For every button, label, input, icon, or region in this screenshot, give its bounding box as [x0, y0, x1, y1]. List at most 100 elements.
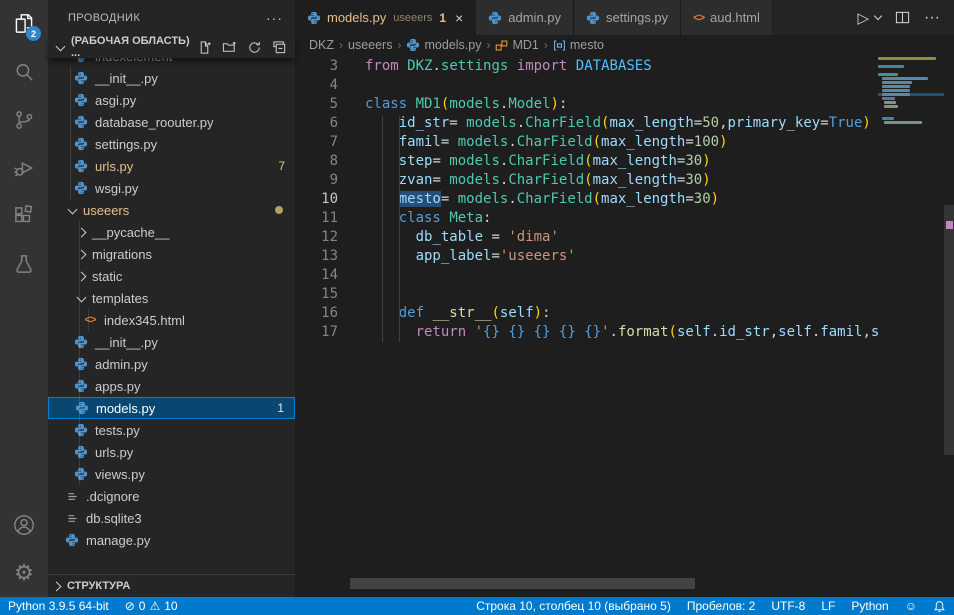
tree-item--dcignore[interactable]: .dcignore [48, 485, 295, 507]
extensions-icon[interactable] [0, 192, 48, 240]
tree-item-wsgi-py[interactable]: wsgi.py [48, 177, 295, 199]
indentation-status[interactable]: Пробелов: 2 [687, 599, 756, 613]
encoding-status[interactable]: UTF-8 [771, 599, 805, 613]
overview-ruler-mark [946, 221, 953, 229]
python-icon [406, 38, 420, 52]
tree-item-apps-py[interactable]: apps.py [48, 375, 295, 397]
tab-admin-py[interactable]: admin.py [476, 0, 574, 35]
more-actions-icon[interactable]: ··· [924, 9, 940, 27]
feedback-smiley-icon[interactable]: ☺ [905, 600, 917, 612]
settings-gear-icon[interactable]: ⚙ [0, 549, 48, 597]
tree-item-manage-py[interactable]: manage.py [48, 529, 295, 551]
workspace-label: (РАБОЧАЯ ОБЛАСТЬ) ... [71, 35, 197, 59]
breadcrumb-item-mesto[interactable]: mesto [553, 38, 604, 52]
python-file-icon [74, 400, 90, 416]
tree-item-views-py[interactable]: views.py [48, 463, 295, 485]
editor-area: models.pyuseeers1×admin.py settings.py <>a… [295, 0, 954, 597]
tree-item-label: models.py [96, 401, 155, 416]
activity-bar: 2 ⚙ [0, 0, 48, 597]
cursor-position-status[interactable]: Строка 10, столбец 10 (выбрано 5) [476, 599, 671, 613]
tree-item-label: urls.py [95, 445, 133, 460]
status-bar: Python 3.9.5 64-bit ⊘ 0 ⚠ 10 Строка 10, … [0, 597, 954, 615]
explorer-icon[interactable]: 2 [0, 0, 48, 48]
refresh-icon[interactable] [247, 40, 262, 55]
collapse-all-icon[interactable] [272, 40, 287, 55]
class-icon [495, 39, 508, 52]
breadcrumb-item-models-py[interactable]: models.py [406, 38, 481, 52]
tree-item-label: __init__.py [95, 335, 158, 350]
horizontal-scrollbar[interactable] [350, 578, 695, 589]
tree-item-admin-py[interactable]: admin.py [48, 353, 295, 375]
warnings-count: 10 [164, 599, 177, 613]
tree-item-db-sqlite3[interactable]: db.sqlite3 [48, 507, 295, 529]
breadcrumb-item-dkz[interactable]: DKZ [309, 38, 334, 52]
field-icon [553, 39, 566, 52]
tree-item-label: templates [92, 291, 148, 306]
python-interpreter-status[interactable]: Python 3.9.5 64-bit [8, 599, 109, 613]
tree-item--init-py[interactable]: __init__.py [48, 331, 295, 353]
code-editor[interactable]: 3from DKZ.settings import DATABASES45cla… [295, 55, 954, 597]
python-file-icon [73, 114, 89, 130]
workspace-section-header[interactable]: (РАБОЧАЯ ОБЛАСТЬ) ... [48, 36, 295, 58]
explorer-badge: 2 [26, 26, 41, 41]
list-file-icon [64, 488, 80, 504]
python-file-icon [64, 532, 80, 548]
tree-item-static[interactable]: static [48, 265, 295, 287]
tree-item-useeers[interactable]: useeers [48, 199, 295, 221]
tree-item-urls-py[interactable]: urls.py7 [48, 155, 295, 177]
account-icon[interactable] [0, 501, 48, 549]
python-file-icon [488, 11, 502, 25]
notifications-bell-icon[interactable] [933, 600, 946, 613]
errors-icon: ⊘ [125, 600, 135, 612]
python-file-icon [73, 334, 89, 350]
new-folder-icon[interactable] [222, 40, 237, 55]
tree-item-asgi-py[interactable]: asgi.py [48, 89, 295, 111]
list-file-icon [64, 510, 80, 526]
new-file-icon[interactable] [197, 40, 212, 55]
python-file-icon [307, 11, 321, 25]
tree-item-database-roouter-py[interactable]: database_roouter.py [48, 111, 295, 133]
tab-aud-html[interactable]: <>aud.html [681, 0, 773, 35]
problems-status[interactable]: ⊘ 0 ⚠ 10 [125, 599, 178, 613]
tree-item--pycache-[interactable]: __pycache__ [48, 221, 295, 243]
tree-item-label: apps.py [95, 379, 141, 394]
testing-icon[interactable] [0, 240, 48, 288]
tree-item-models-py[interactable]: models.py1 [48, 397, 295, 419]
python-file-icon [73, 422, 89, 438]
tree-item-templates[interactable]: templates [48, 287, 295, 309]
split-editor-icon[interactable] [895, 10, 910, 25]
vertical-scrollbar[interactable] [944, 55, 954, 597]
tab-models-py[interactable]: models.pyuseeers1× [295, 0, 476, 35]
close-icon[interactable]: × [455, 11, 463, 25]
eol-status[interactable]: LF [821, 599, 835, 613]
tab-label: settings.py [606, 10, 668, 25]
tree-item-label: views.py [95, 467, 145, 482]
tree-item-urls-py[interactable]: urls.py [48, 441, 295, 463]
tree-item-indexelement[interactable]: indexelement [48, 58, 295, 67]
breadcrumb-item-useeers[interactable]: useeers [348, 38, 392, 52]
breadcrumb-separator: › [397, 38, 401, 52]
breadcrumb-separator: › [339, 38, 343, 52]
source-control-icon[interactable] [0, 96, 48, 144]
tab-settings-py[interactable]: settings.py [574, 0, 681, 35]
code-line-4: 4 [295, 76, 878, 95]
minimap[interactable] [878, 57, 944, 125]
tree-item-label: .dcignore [86, 489, 139, 504]
twisty-icon [68, 204, 78, 214]
breadcrumb-item-md1[interactable]: MD1 [495, 38, 538, 52]
search-icon[interactable] [0, 48, 48, 96]
run-debug-icon[interactable] [0, 144, 48, 192]
outline-section-header[interactable]: СТРУКТУРА [48, 574, 295, 597]
breadcrumb-separator: › [486, 38, 490, 52]
run-dropdown-icon[interactable] [874, 12, 882, 20]
tree-item-migrations[interactable]: migrations [48, 243, 295, 265]
explorer-more-icon[interactable]: ··· [266, 10, 283, 26]
tree-item-tests-py[interactable]: tests.py [48, 419, 295, 441]
breadcrumb: DKZ›useeers›models.py›MD1›mesto [295, 35, 954, 55]
run-python-file-button[interactable]: ▷ [857, 9, 869, 27]
tree-item--init-py[interactable]: __init__.py [48, 67, 295, 89]
tree-item-settings-py[interactable]: settings.py [48, 133, 295, 155]
tree-item-index345-html[interactable]: <>index345.html [48, 309, 295, 331]
language-mode-status[interactable]: Python [851, 599, 888, 613]
tree-item-label: tests.py [95, 423, 140, 438]
